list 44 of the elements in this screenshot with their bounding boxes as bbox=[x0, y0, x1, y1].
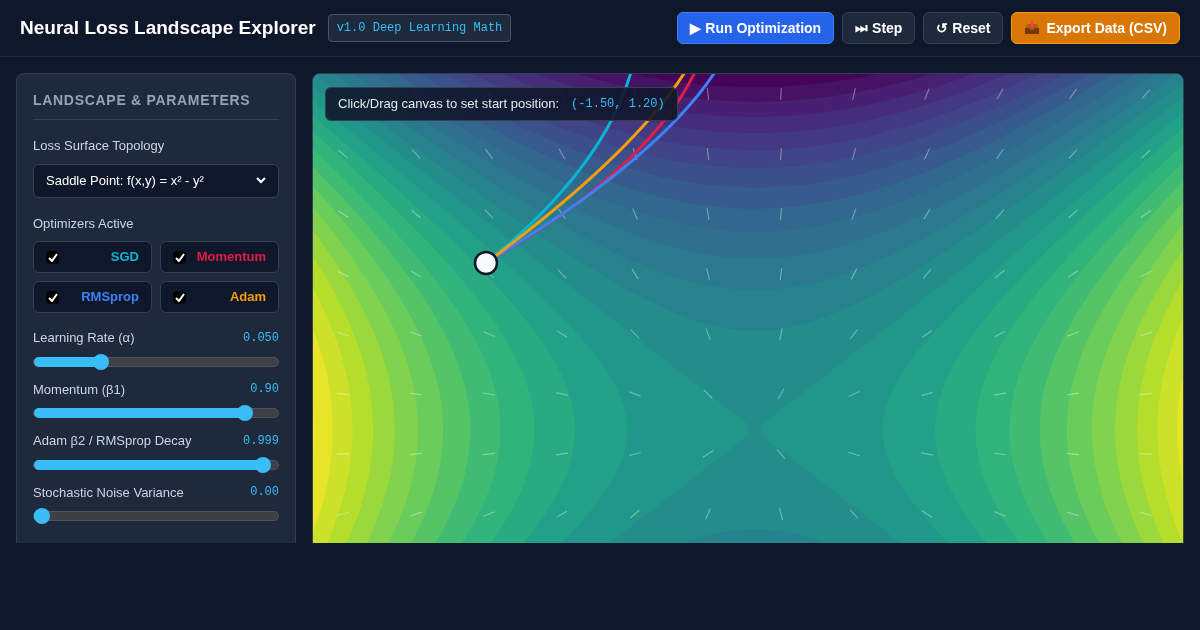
optimizer-name: Momentum bbox=[196, 248, 266, 267]
toolbar-button[interactable]: ↺ Reset bbox=[923, 12, 1004, 44]
optimizer-name: SGD bbox=[110, 248, 139, 267]
app-title: Neural Loss Landscape Explorer bbox=[20, 15, 316, 40]
slider-value: 0.00 bbox=[250, 484, 279, 502]
toolbar-button[interactable]: ⏭ Step bbox=[842, 12, 916, 44]
inbox-icon bbox=[1024, 21, 1041, 35]
optimizer-toggle[interactable]: Momentum bbox=[160, 241, 279, 273]
check-icon bbox=[174, 292, 185, 302]
checkbox[interactable] bbox=[46, 290, 59, 304]
field-label: Loss Surface Topology bbox=[33, 137, 166, 155]
optimizer-name: Adam bbox=[229, 288, 266, 307]
check-icon bbox=[47, 252, 58, 262]
optimizer-name: RMSprop bbox=[81, 288, 139, 307]
chevron-down-icon bbox=[256, 177, 266, 184]
checkbox[interactable] bbox=[46, 250, 59, 264]
slider-label: Adam β2 / RMSprop Decay bbox=[33, 432, 192, 450]
slider-value: 0.050 bbox=[243, 329, 279, 347]
optimizer-toggle[interactable]: RMSprop bbox=[33, 281, 152, 313]
slider-thumb[interactable] bbox=[93, 353, 110, 370]
version-badge: v1.0 Deep Learning Math bbox=[327, 14, 512, 42]
slider-thumb[interactable] bbox=[236, 405, 253, 421]
check-icon bbox=[47, 292, 58, 302]
slider-thumb[interactable] bbox=[34, 508, 50, 524]
slider-track[interactable] bbox=[33, 356, 279, 367]
toolbar-button[interactable]: ▶ Run Optimization bbox=[677, 12, 835, 44]
slider-track[interactable] bbox=[33, 511, 279, 521]
slider-label: Learning Rate (α) bbox=[33, 329, 135, 347]
optimizer-toggle[interactable]: Adam bbox=[160, 281, 279, 313]
check-icon bbox=[174, 252, 185, 262]
slider-thumb[interactable] bbox=[255, 456, 272, 473]
hint-text: Click/Drag canvas to set start position: bbox=[338, 95, 560, 114]
field-label: Optimizers Active bbox=[33, 214, 135, 233]
checkbox[interactable] bbox=[173, 250, 186, 264]
optimizer-toggle[interactable]: SGD bbox=[33, 241, 152, 273]
slider-label: Momentum (β1) bbox=[33, 380, 125, 399]
slider-label: Stochastic Noise Variance bbox=[33, 483, 184, 502]
slider-value: 0.90 bbox=[250, 381, 279, 399]
start-coordinates: (-1.50, 1.20) bbox=[571, 96, 665, 113]
loss-landscape-drawing[interactable] bbox=[313, 74, 1183, 543]
panel-title: LANDSCAPE & PARAMETERS bbox=[33, 91, 252, 110]
topology-select[interactable]: Saddle Point: f(x,y) = x² - y² bbox=[33, 163, 279, 198]
checkbox[interactable] bbox=[173, 290, 186, 304]
slider-value: 0.999 bbox=[243, 432, 279, 450]
